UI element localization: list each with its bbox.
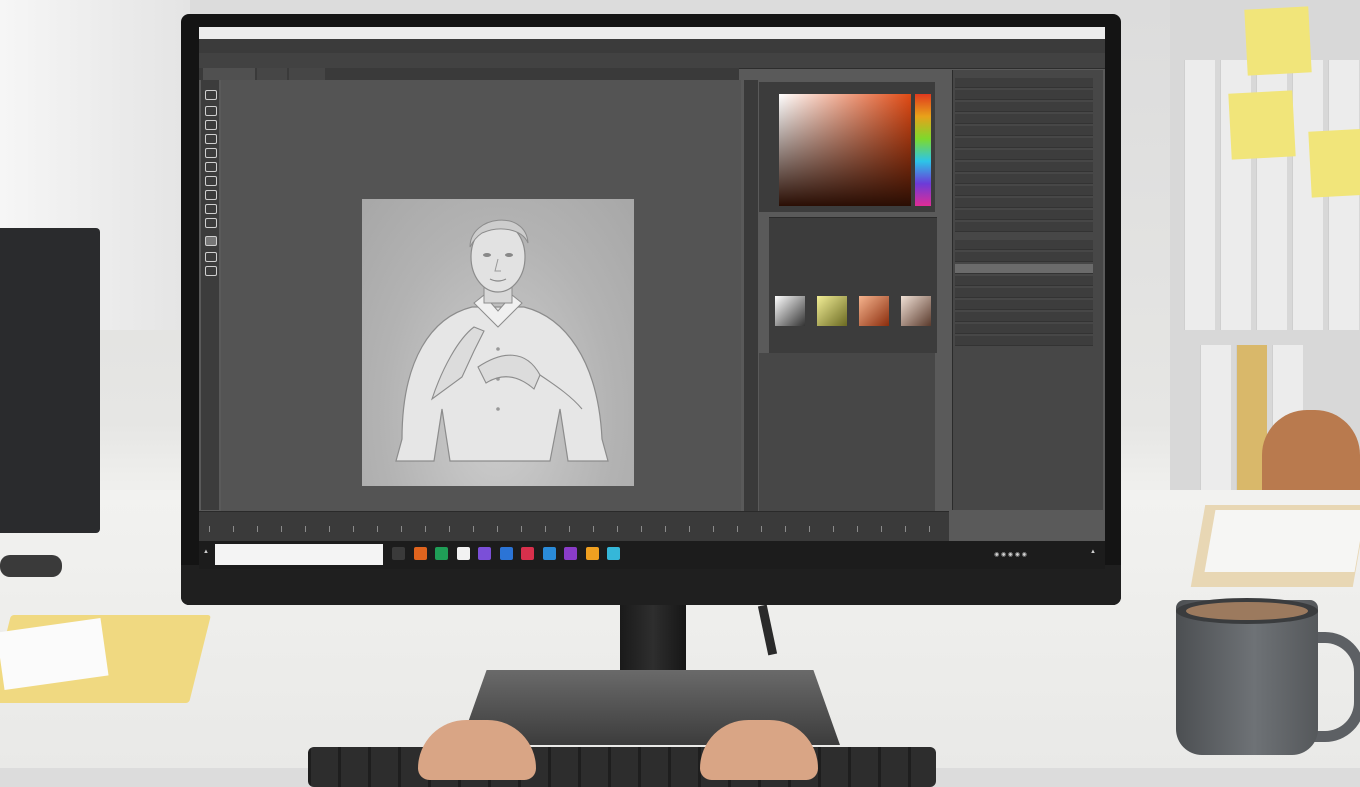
app-icon-9[interactable]	[564, 547, 577, 560]
pen-tool-icon[interactable]	[205, 236, 217, 246]
layer-row[interactable]	[955, 300, 1093, 310]
hand-tool-icon[interactable]	[205, 266, 217, 276]
document-tab[interactable]	[203, 68, 255, 80]
layer-row[interactable]	[955, 336, 1093, 346]
document-tab[interactable]	[257, 68, 287, 80]
app-icon-11[interactable]	[607, 547, 620, 560]
layer-row[interactable]	[955, 288, 1093, 298]
layer-row[interactable]	[955, 114, 1093, 124]
coffee	[1186, 602, 1308, 620]
tray-icons[interactable]: ◉ ◉ ◉ ◉ ◉	[994, 551, 1027, 558]
color-field[interactable]	[779, 94, 911, 206]
app-icon-3[interactable]	[435, 547, 448, 560]
layer-row[interactable]	[955, 162, 1093, 172]
sticky-note	[1228, 90, 1296, 160]
lasso-tool-icon[interactable]	[205, 120, 217, 130]
layer-row[interactable]	[955, 102, 1093, 112]
binder	[1184, 60, 1215, 330]
gradient-tool-icon[interactable]	[205, 204, 217, 214]
hue-slider[interactable]	[915, 94, 931, 206]
mouse	[0, 555, 62, 577]
tools-panel	[201, 80, 219, 510]
swatches-panel	[769, 217, 937, 353]
layer-row[interactable]	[955, 240, 1093, 250]
chair	[1262, 410, 1360, 500]
window-title	[199, 30, 205, 36]
app-icon-5[interactable]	[478, 547, 491, 560]
layer-row[interactable]	[955, 276, 1093, 286]
app-icon-2[interactable]	[413, 547, 427, 560]
app-icon-7[interactable]	[521, 547, 534, 560]
notification-icon[interactable]: ▲	[1090, 549, 1096, 555]
eyedropper-tool-icon[interactable]	[205, 148, 217, 158]
layer-row[interactable]	[955, 90, 1093, 100]
swatch[interactable]	[775, 296, 805, 326]
taskbar-search-input[interactable]	[215, 544, 383, 565]
app-icon-4[interactable]	[456, 547, 470, 560]
canvas-image[interactable]	[362, 199, 634, 486]
dodge-tool-icon[interactable]	[205, 218, 217, 228]
type-tool-icon[interactable]	[205, 252, 217, 262]
marquee-tool-icon[interactable]	[205, 106, 217, 116]
taskbar: ▲ ◉ ◉ ◉ ◉ ◉ ▲	[199, 541, 1105, 569]
monitor-chin	[181, 565, 1121, 605]
app-icon-1[interactable]	[392, 547, 405, 560]
sculpted-figure-image	[395, 219, 609, 462]
notebook-page	[1204, 510, 1360, 572]
second-monitor	[0, 228, 100, 533]
keyboard	[308, 747, 936, 787]
sticky-note	[1308, 128, 1360, 198]
swatch[interactable]	[817, 296, 847, 326]
sticky-note	[1244, 6, 1312, 76]
layer-row[interactable]	[955, 312, 1093, 322]
swatch[interactable]	[901, 296, 931, 326]
document-tab[interactable]	[289, 68, 325, 80]
layer-row[interactable]	[955, 138, 1093, 148]
monitor-screen: ▲ ◉ ◉ ◉ ◉ ◉ ▲	[199, 27, 1105, 569]
timeline-panel	[199, 511, 949, 542]
clone-tool-icon[interactable]	[205, 176, 217, 186]
color-picker-panel	[759, 82, 935, 212]
eraser-tool-icon[interactable]	[205, 190, 217, 200]
app-icon-8[interactable]	[542, 547, 556, 560]
canvas-area[interactable]	[221, 80, 741, 511]
layer-row[interactable]	[955, 252, 1093, 262]
binder	[1200, 345, 1231, 495]
app-icon-10[interactable]	[585, 547, 599, 560]
brush-tool-icon[interactable]	[205, 162, 217, 172]
layer-row[interactable]	[955, 150, 1093, 160]
title-bar	[199, 27, 1105, 39]
layer-row[interactable]	[955, 222, 1093, 232]
timeline-ruler[interactable]	[209, 526, 944, 532]
layer-row[interactable]	[955, 78, 1093, 88]
document-tabs	[199, 68, 739, 80]
options-bar[interactable]	[199, 53, 1105, 69]
layer-row[interactable]	[955, 126, 1093, 136]
layer-row[interactable]	[955, 210, 1093, 220]
crop-tool-icon[interactable]	[205, 134, 217, 144]
properties-panel	[759, 353, 935, 513]
app-icon-6[interactable]	[499, 547, 513, 560]
move-tool-icon[interactable]	[205, 90, 217, 100]
layer-row[interactable]	[955, 186, 1093, 196]
layers-panel	[952, 70, 1103, 510]
layer-row-selected[interactable]	[955, 264, 1093, 274]
menu-bar[interactable]	[199, 39, 1105, 53]
layer-row[interactable]	[955, 198, 1093, 208]
panel-icon-strip	[744, 80, 758, 511]
start-icon[interactable]: ▲	[203, 549, 209, 555]
layer-row[interactable]	[955, 324, 1093, 334]
swatch[interactable]	[859, 296, 889, 326]
layer-row[interactable]	[955, 174, 1093, 184]
